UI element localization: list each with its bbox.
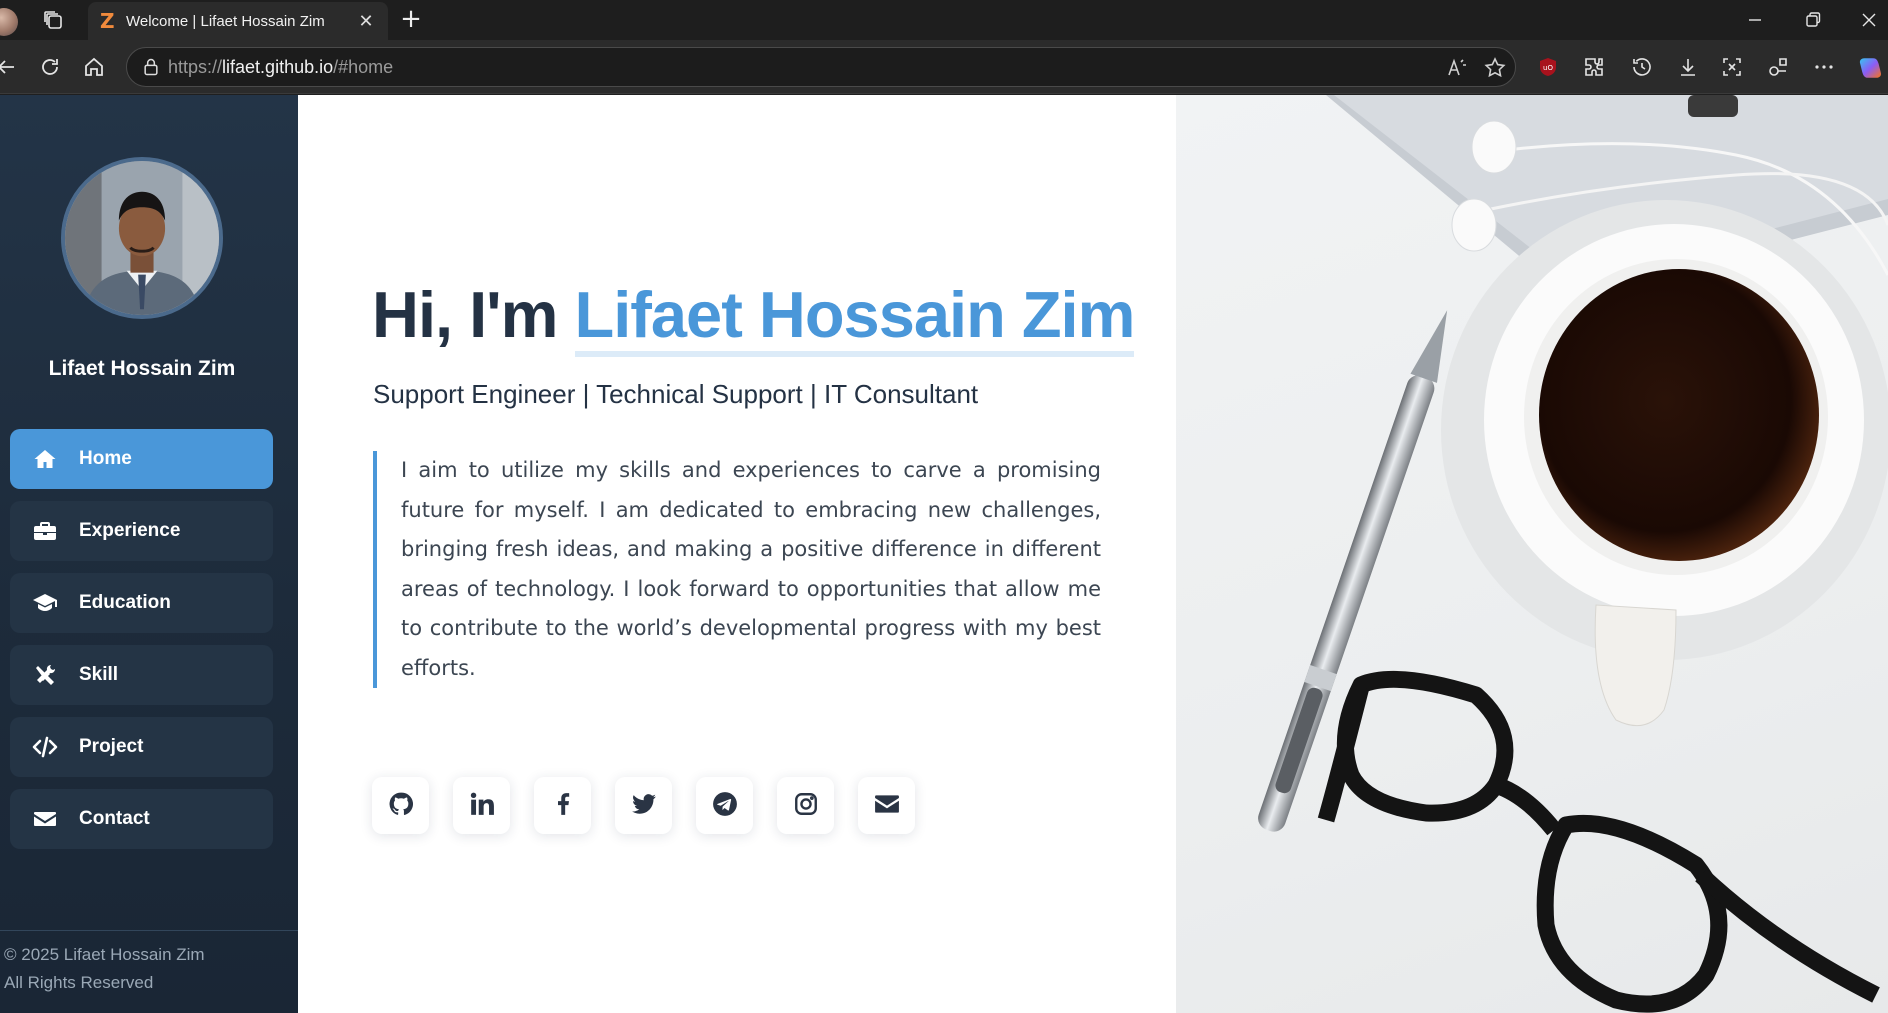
- refresh-icon[interactable]: [38, 55, 62, 79]
- read-aloud-icon[interactable]: [1445, 56, 1469, 80]
- greeting-prefix: Hi, I'm: [372, 278, 558, 351]
- close-tab-icon[interactable]: ✕: [356, 11, 376, 32]
- address-bar[interactable]: https://lifaet.github.io/#home: [126, 47, 1516, 87]
- github-icon: [388, 791, 414, 821]
- web-page: Lifaet Hossain Zim Home Experience Educa…: [0, 95, 1888, 1013]
- instagram-icon: [793, 791, 819, 821]
- minimize-icon[interactable]: [1742, 8, 1768, 32]
- github-link[interactable]: [372, 777, 429, 834]
- facebook-icon: [550, 791, 576, 821]
- screenshot-icon[interactable]: [1720, 55, 1744, 79]
- telegram-icon: [712, 791, 738, 821]
- lock-icon[interactable]: [141, 57, 161, 77]
- url-domain: lifaet.github.io: [222, 57, 334, 77]
- new-tab-icon[interactable]: +: [398, 6, 424, 32]
- browser-tab-bar: Z Welcome | Lifaet Hossain Zim ✕ +: [0, 0, 1888, 40]
- sidebar-nav: Home Experience Education Skill Project …: [10, 429, 273, 861]
- nav-label: Contact: [79, 808, 150, 829]
- sidebar: Lifaet Hossain Zim Home Experience Educa…: [0, 95, 298, 1013]
- url-scheme: https://: [168, 57, 223, 77]
- close-window-icon[interactable]: [1856, 8, 1882, 32]
- back-icon[interactable]: [0, 55, 18, 79]
- social-links: [372, 777, 939, 834]
- instagram-link[interactable]: [777, 777, 834, 834]
- twitter-icon: [631, 791, 657, 821]
- envelope-icon: [31, 807, 59, 831]
- desk-photo: [1176, 95, 1888, 1013]
- sidebar-footer: © 2025 Lifaet Hossain Zim All Rights Res…: [0, 930, 298, 1007]
- nav-item-education[interactable]: Education: [10, 573, 273, 633]
- briefcase-icon: [31, 519, 59, 543]
- rights-text: All Rights Reserved: [4, 973, 154, 992]
- more-icon[interactable]: [1812, 55, 1836, 79]
- history-icon[interactable]: [1630, 55, 1654, 79]
- hero-section: Hi, I'm Lifaet Hossain Zim Support Engin…: [298, 95, 1176, 1013]
- greeting-name: Lifaet Hossain Zim: [574, 278, 1135, 357]
- nav-label: Education: [79, 592, 171, 613]
- workspaces-icon[interactable]: [42, 9, 66, 33]
- browser-tab-active[interactable]: Z Welcome | Lifaet Hossain Zim ✕: [88, 2, 388, 40]
- nav-label: Project: [79, 736, 144, 757]
- twitter-link[interactable]: [615, 777, 672, 834]
- nav-label: Home: [79, 448, 132, 469]
- restore-icon[interactable]: [1800, 8, 1826, 32]
- site-favicon-icon: Z: [100, 9, 115, 33]
- nav-label: Skill: [79, 664, 119, 685]
- nav-item-project[interactable]: Project: [10, 717, 273, 777]
- hero-heading: Hi, I'm Lifaet Hossain Zim: [372, 277, 1135, 357]
- copyright-text: © 2025 Lifaet Hossain Zim: [4, 945, 205, 964]
- telegram-link[interactable]: [696, 777, 753, 834]
- email-link[interactable]: [858, 777, 915, 834]
- sidebar-name: Lifaet Hossain Zim: [48, 357, 236, 380]
- graduation-cap-icon: [31, 591, 59, 615]
- nav-item-skill[interactable]: Skill: [10, 645, 273, 705]
- extensions-icon[interactable]: [1582, 55, 1606, 79]
- hero-role: Support Engineer | Technical Support | I…: [373, 379, 979, 409]
- tools-icon: [31, 663, 59, 687]
- nav-item-experience[interactable]: Experience: [10, 501, 273, 561]
- browser-toolbar: https://lifaet.github.io/#home uO: [0, 40, 1888, 94]
- linkedin-link[interactable]: [453, 777, 510, 834]
- favorite-icon[interactable]: [1483, 56, 1507, 80]
- email-icon: [874, 791, 900, 821]
- linkedin-icon: [469, 791, 495, 821]
- home-icon[interactable]: [82, 55, 106, 79]
- hero-about: I aim to utilize my skills and experienc…: [373, 451, 1101, 688]
- home-icon: [31, 447, 59, 471]
- profile-avatar[interactable]: [0, 8, 18, 36]
- collections-icon[interactable]: [1766, 55, 1790, 79]
- facebook-link[interactable]: [534, 777, 591, 834]
- profile-photo: [61, 157, 223, 319]
- nav-item-home[interactable]: Home: [10, 429, 273, 489]
- copilot-icon[interactable]: [1858, 55, 1882, 79]
- code-icon: [31, 735, 59, 759]
- url-text[interactable]: https://lifaet.github.io/#home: [168, 57, 393, 78]
- ublock-icon[interactable]: uO: [1536, 55, 1560, 79]
- nav-label: Experience: [79, 520, 181, 541]
- tab-title: Welcome | Lifaet Hossain Zim: [126, 12, 325, 30]
- download-icon[interactable]: [1676, 55, 1700, 79]
- svg-text:uO: uO: [1543, 64, 1553, 72]
- nav-item-contact[interactable]: Contact: [10, 789, 273, 849]
- url-path: /#home: [333, 57, 394, 77]
